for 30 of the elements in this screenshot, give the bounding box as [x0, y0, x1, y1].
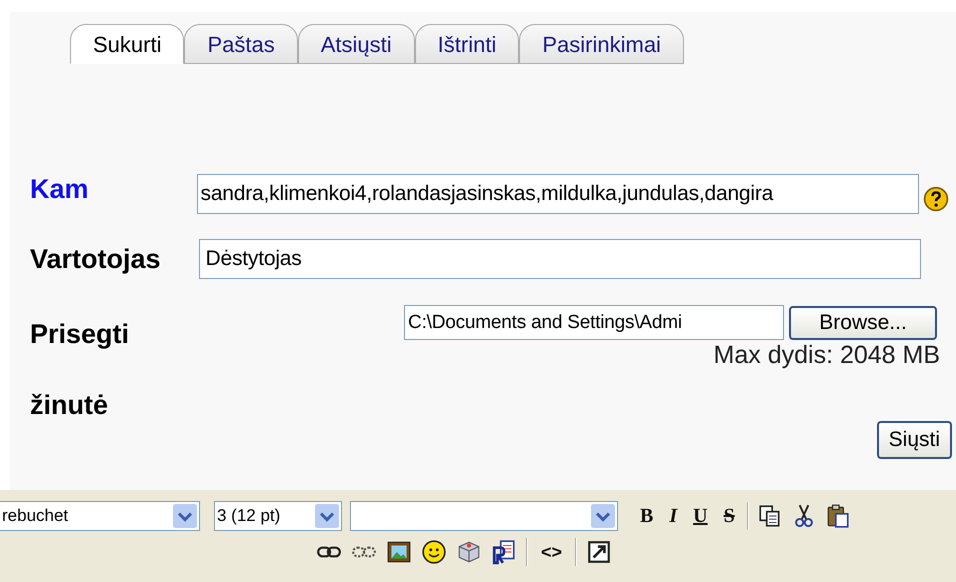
tab[interactable]: Atsiųsti — [298, 24, 415, 64]
image-icon[interactable] — [386, 539, 412, 565]
tab[interactable]: Pasirinkimai — [519, 24, 684, 64]
tab[interactable]: Sukurti — [70, 24, 184, 64]
bold-button[interactable]: B — [636, 504, 658, 528]
recipients-link[interactable]: Kam — [30, 174, 89, 205]
user-label: Vartotojas — [30, 244, 161, 274]
clipboard-icon[interactable] — [824, 503, 851, 529]
send-button[interactable]: Siųsti — [876, 420, 952, 458]
tab[interactable]: Paštas — [184, 24, 298, 64]
document-icon[interactable] — [491, 539, 517, 565]
tab[interactable]: Ištrinti — [414, 24, 520, 64]
attach-label: Prisegti — [30, 319, 130, 350]
browse-button[interactable]: Browse... — [789, 306, 938, 340]
file-field[interactable]: C:\Documents and Settings\Admi — [404, 305, 784, 340]
font-select[interactable]: rebuchet — [0, 501, 200, 531]
source-button[interactable]: <> — [537, 542, 566, 562]
smiley-icon[interactable] — [421, 539, 447, 565]
format-select[interactable] — [350, 501, 618, 531]
strike-button[interactable]: S — [720, 504, 739, 528]
underline-button[interactable]: U — [689, 504, 712, 528]
user-field[interactable]: Dėstytojas — [198, 239, 921, 279]
message-label: žinutė — [30, 390, 108, 420]
size-select[interactable]: 3 (12 pt) — [214, 501, 342, 531]
max-size-note: Max dydis: 2048 MB — [714, 342, 940, 370]
italic-button[interactable]: I — [665, 504, 682, 528]
help-icon[interactable] — [922, 186, 949, 212]
fullscreen-icon[interactable] — [586, 539, 612, 565]
cube-icon[interactable] — [456, 539, 482, 565]
recipients-field[interactable]: sandra,klimenkoi4,rolandasjasinskas,mildulka,jundulas,dangira — [196, 174, 919, 214]
